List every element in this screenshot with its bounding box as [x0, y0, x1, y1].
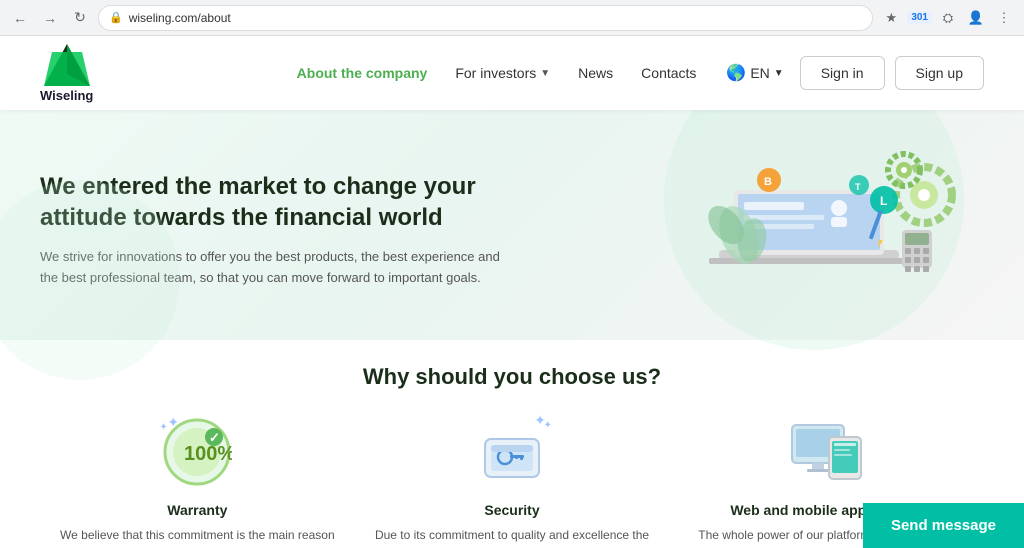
nav-contacts[interactable]: Contacts — [641, 65, 696, 81]
warranty-card: ✦ ✦ 100% ✓ Warranty We believe that this… — [40, 412, 355, 548]
warranty-icon-area: ✦ ✦ 100% ✓ — [157, 412, 237, 492]
back-button[interactable]: ← — [8, 6, 32, 30]
logo-icon — [44, 44, 90, 86]
security-card: ✦ ✦ Security Due to its co — [355, 412, 670, 548]
why-title: Why should you choose us? — [40, 364, 984, 390]
signin-button[interactable]: Sign in — [800, 56, 885, 90]
devices-svg — [787, 417, 867, 487]
svg-text:B: B — [764, 176, 772, 188]
hero-subtitle: We strive for innovations to offer you t… — [40, 247, 500, 289]
send-message-button[interactable]: Send message — [863, 503, 1024, 548]
menu-button[interactable]: ⋮ — [992, 6, 1016, 30]
hero-svg: L B T — [664, 140, 984, 320]
nav-news[interactable]: News — [578, 65, 613, 81]
investors-dropdown-arrow: ▼ — [540, 68, 550, 79]
forward-button[interactable]: → — [38, 6, 62, 30]
sparkle-icon: ✦ — [167, 414, 179, 431]
browser-tools: ★ 301 ⛭ 👤 ⋮ — [879, 6, 1016, 30]
warranty-title: Warranty — [167, 502, 227, 518]
logo[interactable]: Wiseling — [40, 44, 93, 103]
security-title: Security — [484, 502, 539, 518]
security-desc: Due to its commitment to quality and exc… — [371, 526, 654, 548]
address-bar[interactable]: 🔒 wiseling.com/about — [98, 5, 873, 31]
browser-chrome: ← → ↻ 🔒 wiseling.com/about ★ 301 ⛭ 👤 ⋮ — [0, 0, 1024, 36]
hero-illustration: L B T — [664, 140, 984, 320]
page-content: Wiseling About the company For investors… — [0, 36, 1024, 548]
nav-links: About the company For investors ▼ News C… — [297, 65, 697, 81]
language-button[interactable]: 🌎 EN ▼ — [726, 63, 783, 83]
warranty-desc: We believe that this commitment is the m… — [56, 526, 339, 548]
globe-icon: 🌎 — [726, 63, 746, 83]
sparkle-icon-2: ✦ — [159, 422, 167, 433]
profile-button[interactable]: 👤 — [964, 6, 988, 30]
reload-button[interactable]: ↻ — [68, 6, 92, 30]
url-text: wiseling.com/about — [129, 11, 231, 25]
svg-text:L: L — [880, 194, 887, 208]
svg-text:T: T — [855, 182, 861, 192]
features-row: ✦ ✦ 100% ✓ Warranty We believe that this… — [40, 412, 984, 548]
extension-badge: 301 — [907, 11, 932, 24]
hero-text: We entered the market to change your att… — [40, 171, 540, 289]
web-mobile-icon-area — [787, 412, 867, 492]
navbar: Wiseling About the company For investors… — [0, 36, 1024, 110]
hero-title: We entered the market to change your att… — [40, 171, 540, 233]
hero-section: We entered the market to change your att… — [0, 110, 1024, 340]
lock-icon: 🔒 — [109, 11, 123, 24]
bookmark-button[interactable]: ★ — [879, 6, 903, 30]
language-label: EN — [750, 65, 769, 81]
nav-about[interactable]: About the company — [297, 65, 428, 81]
lang-dropdown-arrow: ▼ — [774, 68, 784, 79]
signup-button[interactable]: Sign up — [895, 56, 984, 90]
nav-investors[interactable]: For investors ▼ — [455, 65, 550, 81]
sparkle-icon-4: ✦ — [544, 420, 552, 431]
svg-text:✓: ✓ — [209, 430, 220, 445]
extensions-button[interactable]: ⛭ — [936, 6, 960, 30]
logo-text: Wiseling — [40, 88, 93, 103]
security-icon-area: ✦ ✦ — [472, 412, 552, 492]
svg-text:100%: 100% — [184, 443, 232, 465]
